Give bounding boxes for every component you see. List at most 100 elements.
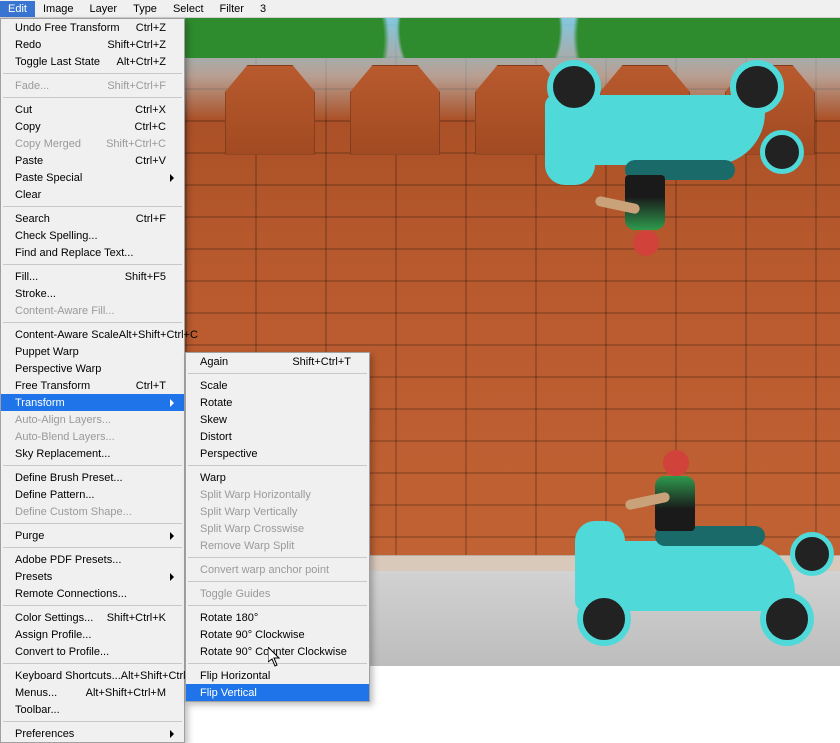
- menubar-item-edit[interactable]: Edit: [0, 1, 35, 17]
- menu-separator: [3, 97, 182, 98]
- menu-item-label: Rotate: [200, 397, 232, 409]
- menu-item-label: Presets: [15, 571, 52, 583]
- menu-item-label: Auto-Blend Layers...: [15, 431, 115, 443]
- menu-item-label: Skew: [200, 414, 227, 426]
- menu-item-rotate-90-clockwise[interactable]: Rotate 90° Clockwise: [186, 626, 369, 643]
- menu-item-define-pattern[interactable]: Define Pattern...: [1, 486, 184, 503]
- menubar-item-layer[interactable]: Layer: [82, 1, 126, 17]
- menu-separator: [188, 605, 367, 606]
- menu-item-assign-profile[interactable]: Assign Profile...: [1, 626, 184, 643]
- menu-item-cut[interactable]: CutCtrl+X: [1, 101, 184, 118]
- menu-item-check-spelling[interactable]: Check Spelling...: [1, 227, 184, 244]
- menubar-item-image[interactable]: Image: [35, 1, 82, 17]
- menu-item-redo[interactable]: RedoShift+Ctrl+Z: [1, 36, 184, 53]
- menu-item-adobe-pdf-presets[interactable]: Adobe PDF Presets...: [1, 551, 184, 568]
- menu-item-label: Paste Special: [15, 172, 82, 184]
- menu-item-shortcut: Shift+Ctrl+K: [107, 612, 166, 624]
- menu-separator: [3, 547, 182, 548]
- menu-separator: [3, 264, 182, 265]
- menu-item-label: Puppet Warp: [15, 346, 79, 358]
- menu-item-keyboard-shortcuts[interactable]: Keyboard Shortcuts...Alt+Shift+Ctrl+K: [1, 667, 184, 684]
- edit-menu-dropdown: Undo Free Transform Ctrl+Z RedoShift+Ctrl+…: [0, 18, 185, 743]
- wall-merlon: [225, 65, 315, 155]
- menu-item-color-settings[interactable]: Color Settings...Shift+Ctrl+K: [1, 609, 184, 626]
- menu-item-paste[interactable]: PasteCtrl+V: [1, 152, 184, 169]
- menu-item-scale[interactable]: Scale: [186, 377, 369, 394]
- menu-item-warp[interactable]: Warp: [186, 469, 369, 486]
- menu-item-clear[interactable]: Clear: [1, 186, 184, 203]
- menu-item-again[interactable]: Again Shift+Ctrl+T: [186, 353, 369, 370]
- menu-item-label: Copy Merged: [15, 138, 81, 150]
- menu-item-label: Define Brush Preset...: [15, 472, 123, 484]
- menu-item-perspective-warp[interactable]: Perspective Warp: [1, 360, 184, 377]
- menu-separator: [3, 605, 182, 606]
- menu-item-shortcut: Ctrl+T: [136, 380, 166, 392]
- menu-item-label: Auto-Align Layers...: [15, 414, 111, 426]
- menu-item-paste-special[interactable]: Paste Special: [1, 169, 184, 186]
- menu-item-puppet-warp[interactable]: Puppet Warp: [1, 343, 184, 360]
- menu-item-stroke[interactable]: Stroke...: [1, 285, 184, 302]
- menu-item-label: Define Pattern...: [15, 489, 95, 501]
- menu-item-skew[interactable]: Skew: [186, 411, 369, 428]
- menubar-item-type[interactable]: Type: [125, 1, 165, 17]
- menu-item-distort[interactable]: Distort: [186, 428, 369, 445]
- menu-item-presets[interactable]: Presets: [1, 568, 184, 585]
- menubar-item-filter[interactable]: Filter: [212, 1, 252, 17]
- menu-item-fill[interactable]: Fill...Shift+F5: [1, 268, 184, 285]
- menu-item-rotate-180[interactable]: Rotate 180°: [186, 609, 369, 626]
- menu-separator: [3, 465, 182, 466]
- menu-item-remove-warp-split: Remove Warp Split: [186, 537, 369, 554]
- menu-item-label: Again: [200, 356, 228, 368]
- menu-item-rotate[interactable]: Rotate: [186, 394, 369, 411]
- menu-item-label: Search: [15, 213, 50, 225]
- menu-item-define-brush-preset[interactable]: Define Brush Preset...: [1, 469, 184, 486]
- menu-item-content-aware-scale[interactable]: Content-Aware ScaleAlt+Shift+Ctrl+C: [1, 326, 184, 343]
- menu-item-auto-blend-layers: Auto-Blend Layers...: [1, 428, 184, 445]
- menu-item-toolbar[interactable]: Toolbar...: [1, 701, 184, 718]
- menu-item-shortcut: Shift+Ctrl+F: [107, 80, 166, 92]
- menubar-item-select[interactable]: Select: [165, 1, 212, 17]
- menu-item-toggle-last-state[interactable]: Toggle Last StateAlt+Ctrl+Z: [1, 53, 184, 70]
- menu-item-label: Paste: [15, 155, 43, 167]
- menu-item-shortcut: Ctrl+C: [135, 121, 166, 133]
- menu-item-label: Content-Aware Scale: [15, 329, 119, 341]
- menu-separator: [188, 581, 367, 582]
- menu-item-toggle-guides: Toggle Guides: [186, 585, 369, 602]
- menu-separator: [188, 465, 367, 466]
- menu-item-label: Assign Profile...: [15, 629, 91, 641]
- menu-separator: [3, 73, 182, 74]
- menu-item-label: Sky Replacement...: [15, 448, 110, 460]
- menu-item-label: Purge: [15, 530, 44, 542]
- menu-item-label: Split Warp Crosswise: [200, 523, 304, 535]
- menu-item-remote-connections[interactable]: Remote Connections...: [1, 585, 184, 602]
- menu-item-shortcut: Alt+Shift+Ctrl+M: [86, 687, 166, 699]
- menu-item-label: Fade...: [15, 80, 49, 92]
- menubar-item-3[interactable]: 3: [252, 1, 274, 17]
- menu-item-find-and-replace-text[interactable]: Find and Replace Text...: [1, 244, 184, 261]
- menu-item-shortcut: Shift+F5: [125, 271, 166, 283]
- menu-item-undo-free-transform[interactable]: Undo Free Transform Ctrl+Z: [1, 19, 184, 36]
- menu-item-label: Copy: [15, 121, 41, 133]
- menu-item-shortcut: Shift+Ctrl+T: [292, 356, 351, 368]
- menu-item-shortcut: Ctrl+X: [135, 104, 166, 116]
- menu-item-label: Undo Free Transform: [15, 22, 120, 34]
- menu-item-perspective[interactable]: Perspective: [186, 445, 369, 462]
- menu-item-sky-replacement[interactable]: Sky Replacement...: [1, 445, 184, 462]
- menu-item-convert-to-profile[interactable]: Convert to Profile...: [1, 643, 184, 660]
- menu-item-label: Split Warp Vertically: [200, 506, 297, 518]
- menu-item-menus[interactable]: Menus...Alt+Shift+Ctrl+M: [1, 684, 184, 701]
- menu-item-content-aware-fill: Content-Aware Fill...: [1, 302, 184, 319]
- menu-separator: [3, 663, 182, 664]
- menu-item-shortcut: Ctrl+Z: [136, 22, 166, 34]
- menu-item-free-transform[interactable]: Free TransformCtrl+T: [1, 377, 184, 394]
- menu-item-label: Clear: [15, 189, 41, 201]
- menu-item-search[interactable]: SearchCtrl+F: [1, 210, 184, 227]
- menu-item-preferences[interactable]: Preferences: [1, 725, 184, 742]
- menu-item-shortcut: Alt+Ctrl+Z: [116, 56, 166, 68]
- menu-item-flip-vertical[interactable]: Flip Vertical: [186, 684, 369, 701]
- menu-item-purge[interactable]: Purge: [1, 527, 184, 544]
- menu-item-label: Stroke...: [15, 288, 56, 300]
- menu-item-transform[interactable]: Transform: [1, 394, 184, 411]
- menu-item-flip-horizontal[interactable]: Flip Horizontal: [186, 667, 369, 684]
- menu-item-copy[interactable]: Copy Ctrl+C: [1, 118, 184, 135]
